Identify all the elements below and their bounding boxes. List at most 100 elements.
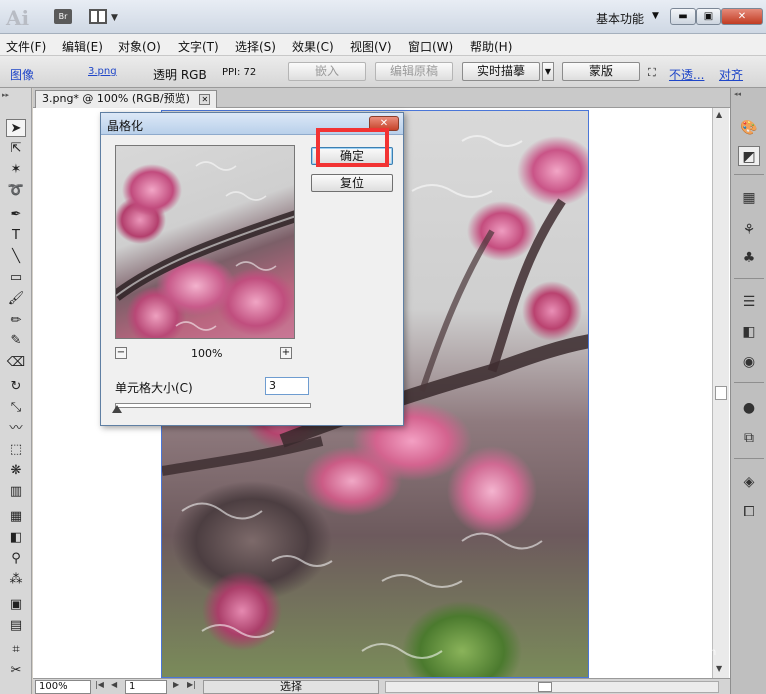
- direct-selection-tool-icon[interactable]: ⇱: [6, 140, 26, 158]
- dock-grip-icon[interactable]: ◂◂: [734, 90, 741, 98]
- menu-type[interactable]: 文字(T): [178, 38, 219, 55]
- scroll-up-icon[interactable]: ▲: [716, 110, 722, 119]
- scissors-tool-icon[interactable]: ✂: [6, 662, 26, 680]
- document-tab[interactable]: 3.png* @ 100% (RGB/预览) ✕: [35, 90, 218, 108]
- blob-brush-tool-icon[interactable]: ✎: [6, 332, 26, 350]
- maximize-button[interactable]: ▣: [696, 8, 721, 25]
- blend-tool-icon[interactable]: ⁂: [6, 571, 26, 589]
- slice-tool-icon[interactable]: ⌗: [6, 641, 26, 659]
- scroll-down-icon[interactable]: ▼: [716, 664, 722, 673]
- tools-panel: ▸▸ ➤ ⇱ ✶ ➰ ✒ T ╲ ▭ 🖌 ✏ ✎ ⌫ ↻ ⤡ 〰 ⬚ ❋ ▥ ▦…: [0, 88, 32, 694]
- workspace-dropdown-icon[interactable]: ▼: [652, 11, 659, 21]
- pen-tool-icon[interactable]: ✒: [6, 206, 26, 224]
- color-guide-icon[interactable]: 🎨: [738, 118, 760, 138]
- live-trace-dropdown-icon[interactable]: ▼: [542, 62, 554, 81]
- arrange-icon: [89, 9, 107, 24]
- paintbrush-tool-icon[interactable]: 🖌: [6, 290, 26, 308]
- eraser-tool-icon[interactable]: ⌫: [6, 354, 26, 372]
- color-mode-label: 透明 RGB: [153, 68, 207, 82]
- swatches-icon[interactable]: ▦: [738, 188, 760, 208]
- symbol-sprayer-tool-icon[interactable]: ❋: [6, 462, 26, 480]
- warp-tool-icon[interactable]: 〰: [6, 420, 26, 438]
- last-artboard-icon[interactable]: ▶|: [187, 680, 196, 689]
- dock-separator: [734, 458, 764, 459]
- first-artboard-icon[interactable]: |◀: [95, 680, 104, 689]
- minimize-button[interactable]: ▬: [670, 8, 696, 25]
- scale-tool-icon[interactable]: ⤡: [6, 399, 26, 417]
- document-tab-title: 3.png* @ 100% (RGB/预览): [42, 92, 190, 105]
- stroke-icon[interactable]: ☰: [738, 292, 760, 312]
- symbols-icon[interactable]: ♣: [738, 248, 760, 268]
- ppi-label: PPI: 72: [222, 67, 257, 78]
- workspace-switcher[interactable]: 基本功能: [596, 10, 644, 27]
- layers-icon[interactable]: ◈: [738, 472, 760, 492]
- menu-help[interactable]: 帮助(H): [470, 38, 512, 55]
- live-trace-button[interactable]: 实时描摹: [462, 62, 540, 81]
- graphic-styles-icon[interactable]: ⧉: [738, 428, 760, 448]
- dock-separator: [734, 278, 764, 279]
- rotate-tool-icon[interactable]: ↻: [6, 378, 26, 396]
- horizontal-scrollbar[interactable]: [385, 681, 719, 693]
- close-tab-icon[interactable]: ✕: [199, 94, 211, 105]
- app-logo: Ai: [6, 6, 30, 30]
- highlight-annotation: [316, 128, 389, 167]
- zoom-level-field[interactable]: 100%: [35, 680, 91, 694]
- align-link[interactable]: 对齐: [719, 66, 743, 83]
- transform-icon[interactable]: ⛶: [648, 66, 656, 80]
- cell-size-slider[interactable]: [115, 403, 311, 408]
- type-tool-icon[interactable]: T: [6, 227, 26, 245]
- lasso-tool-icon[interactable]: ➰: [6, 182, 26, 200]
- appearance-icon[interactable]: ●: [738, 398, 760, 418]
- free-transform-tool-icon[interactable]: ⬚: [6, 441, 26, 459]
- opacity-link[interactable]: 不透...: [669, 66, 704, 83]
- effect-preview[interactable]: [115, 145, 295, 339]
- menu-window[interactable]: 窗口(W): [408, 38, 453, 55]
- zoom-in-button[interactable]: +: [280, 347, 292, 359]
- next-artboard-icon[interactable]: ▶: [173, 680, 179, 689]
- cell-size-input[interactable]: 3: [265, 377, 309, 395]
- menu-edit[interactable]: 编辑(E): [62, 38, 103, 55]
- mask-button[interactable]: 蒙版: [562, 62, 640, 81]
- gradient-icon[interactable]: ◧: [738, 322, 760, 342]
- vertical-scrollbar[interactable]: ▲ ▼: [712, 108, 729, 678]
- menu-file[interactable]: 文件(F): [6, 38, 46, 55]
- horizontal-scroll-thumb[interactable]: [538, 682, 552, 692]
- artboard-number-field[interactable]: 1: [125, 680, 167, 694]
- menu-object[interactable]: 对象(O): [118, 38, 161, 55]
- bridge-button[interactable]: Br: [54, 9, 72, 24]
- artboard-tool-icon[interactable]: ▤: [6, 617, 26, 635]
- brushes-icon[interactable]: ⚘: [738, 220, 760, 240]
- prev-artboard-icon[interactable]: ◀: [111, 680, 117, 689]
- zoom-out-button[interactable]: −: [115, 347, 127, 359]
- color-panel-icon[interactable]: ◩: [738, 146, 760, 166]
- menu-select[interactable]: 选择(S): [235, 38, 276, 55]
- arrange-documents-button[interactable]: ▼: [89, 9, 119, 24]
- close-window-button[interactable]: ✕: [721, 8, 763, 25]
- panel-dock: ◂◂ 🎨 ◩ ▦ ⚘ ♣ ☰ ◧ ◉ ● ⧉ ◈ ⧠: [730, 88, 766, 694]
- current-tool-status[interactable]: 选择: [203, 680, 379, 694]
- menu-view[interactable]: 视图(V): [350, 38, 392, 55]
- magic-wand-tool-icon[interactable]: ✶: [6, 161, 26, 179]
- selection-tool-icon[interactable]: ➤: [6, 119, 26, 137]
- line-tool-icon[interactable]: ╲: [6, 248, 26, 266]
- linked-file-link[interactable]: 3.png: [88, 66, 117, 77]
- edit-original-button[interactable]: 编辑原稿: [375, 62, 453, 81]
- column-graph-tool-icon[interactable]: ▥: [6, 483, 26, 501]
- status-bar: 100% |◀ ◀ 1 ▶ ▶| 选择: [33, 678, 730, 694]
- object-type-link[interactable]: 图像: [10, 66, 34, 83]
- menu-effect[interactable]: 效果(C): [292, 38, 334, 55]
- artboards-icon[interactable]: ⧠: [738, 502, 760, 522]
- rectangle-tool-icon[interactable]: ▭: [6, 269, 26, 287]
- gradient-tool-icon[interactable]: ◧: [6, 529, 26, 547]
- mesh-tool-icon[interactable]: ▦: [6, 508, 26, 526]
- vertical-scroll-thumb[interactable]: [715, 386, 727, 400]
- panel-grip-icon[interactable]: ▸▸: [2, 91, 9, 99]
- pencil-tool-icon[interactable]: ✏: [6, 312, 26, 330]
- dialog-title: 晶格化: [107, 119, 144, 133]
- live-paint-tool-icon[interactable]: ▣: [6, 596, 26, 614]
- transparency-icon[interactable]: ◉: [738, 352, 760, 372]
- cell-size-slider-thumb[interactable]: [111, 405, 122, 413]
- reset-button[interactable]: 复位: [311, 174, 393, 192]
- eyedropper-tool-icon[interactable]: ⚲: [6, 550, 26, 568]
- embed-button[interactable]: 嵌入: [288, 62, 366, 81]
